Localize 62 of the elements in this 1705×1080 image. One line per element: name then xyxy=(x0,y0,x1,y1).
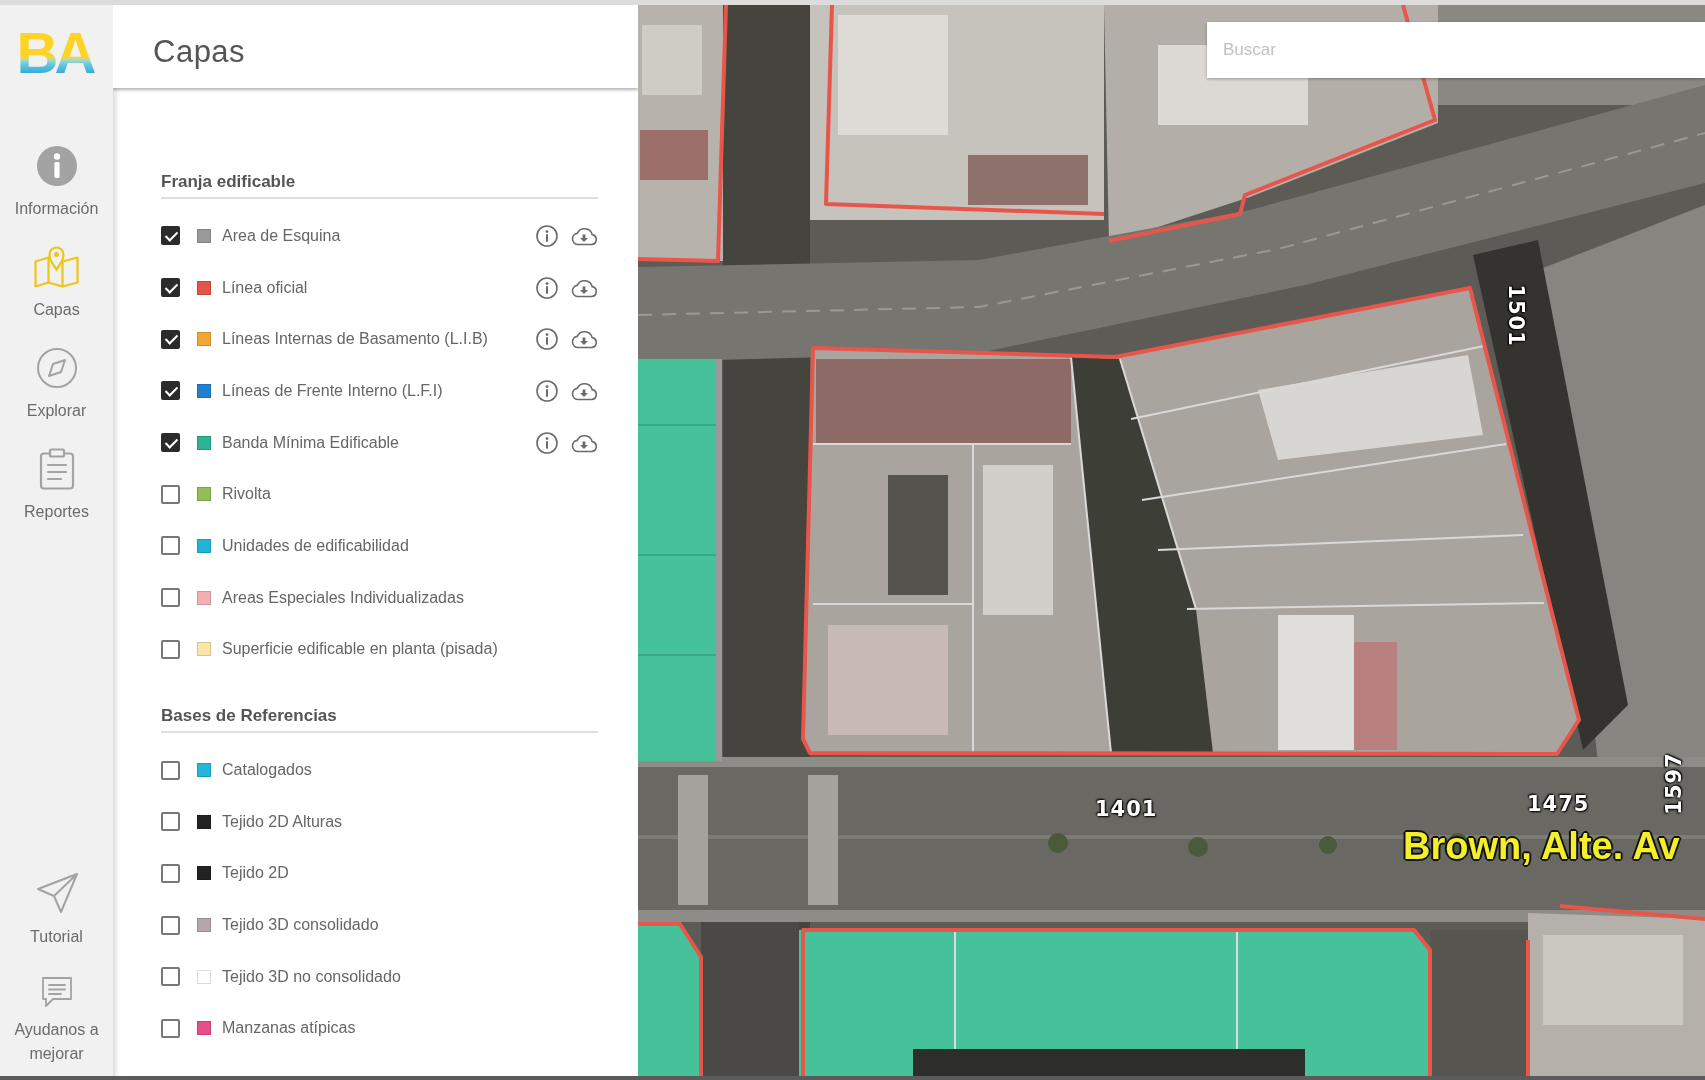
layer-checkbox[interactable] xyxy=(161,1018,180,1038)
layer-checkbox[interactable] xyxy=(161,760,180,780)
compass-icon xyxy=(35,347,78,389)
layer-label: Líneas Internas de Basamento (L.I.B) xyxy=(222,330,488,349)
info-icon[interactable] xyxy=(536,276,558,299)
map-icon xyxy=(34,246,79,288)
layer-label: Manzanas atípicas xyxy=(222,1019,356,1038)
layer-label: Tejido 3D consolidado xyxy=(222,916,379,935)
city-map-drawing[interactable] xyxy=(638,5,1705,1076)
house-number-label: 1501 xyxy=(1502,284,1528,347)
layer-checkbox[interactable] xyxy=(161,433,180,453)
layer-checkbox[interactable] xyxy=(161,812,180,832)
info-icon[interactable] xyxy=(536,379,558,402)
layer-checkbox[interactable] xyxy=(161,536,180,556)
info-icon[interactable] xyxy=(536,328,558,351)
street-name-label: Brown, Alte. Av xyxy=(1403,824,1680,868)
sidebar-item[interactable]: Reportes xyxy=(4,448,109,524)
layer-label: Línea oficial xyxy=(222,278,308,297)
info-icon[interactable] xyxy=(536,431,558,454)
layer-checkbox[interactable] xyxy=(161,588,180,608)
layer-checkbox[interactable] xyxy=(161,226,180,246)
sidebar-item[interactable]: Capas xyxy=(4,246,109,322)
sidebar-item[interactable]: Tutorial xyxy=(4,871,109,949)
layer-label: Areas Especiales Individualizadas xyxy=(222,588,464,607)
layer-checkbox[interactable] xyxy=(161,329,180,349)
section-heading: Bases de Referencias xyxy=(161,705,598,734)
search-field[interactable]: Buscar xyxy=(1207,22,1705,78)
layer-checkbox[interactable] xyxy=(161,915,180,935)
cloud-download-icon[interactable] xyxy=(570,225,598,246)
chat-icon xyxy=(40,976,73,1008)
sidebar-item[interactable]: Información xyxy=(4,145,109,221)
panel-title: Capas xyxy=(153,32,246,71)
layer-checkbox[interactable] xyxy=(161,278,180,298)
section-heading: Franja edificable xyxy=(161,171,598,199)
house-number-label: 1401 xyxy=(1095,797,1158,822)
layer-checkbox[interactable] xyxy=(161,484,180,504)
cloud-download-icon[interactable] xyxy=(570,432,598,453)
sidebar-item[interactable]: Ayudanos a mejorar xyxy=(4,976,109,1066)
layer-label: Tejido 2D Alturas xyxy=(222,812,343,831)
layer-checkbox[interactable] xyxy=(161,639,180,659)
info-icon[interactable] xyxy=(536,224,558,247)
layer-label: Rivolta xyxy=(222,485,271,504)
layer-label: Tejido 2D xyxy=(222,864,289,883)
layer-label: Líneas de Frente Interno (L.F.I) xyxy=(222,381,443,400)
cloud-download-icon[interactable] xyxy=(570,277,598,298)
sidebar-item[interactable]: Explorar xyxy=(4,347,109,423)
clipboard-icon xyxy=(38,448,75,490)
layer-label: Tejido 3D no consolidado xyxy=(222,967,401,986)
layer-label: Superficie edificable en planta (pisada) xyxy=(222,640,498,659)
paper-plane-icon xyxy=(34,871,79,915)
layer-checkbox[interactable] xyxy=(161,967,180,987)
layer-checkbox[interactable] xyxy=(161,381,180,401)
layer-label: Banda Mínima Edificable xyxy=(222,433,399,452)
layer-label: Area de Esquina xyxy=(222,226,341,245)
house-number-label: 1597 xyxy=(1661,752,1687,815)
house-number-label: 1475 xyxy=(1527,792,1590,817)
cloud-download-icon[interactable] xyxy=(570,329,598,350)
info-icon xyxy=(35,145,78,187)
cloud-download-icon[interactable] xyxy=(570,380,598,401)
layer-checkbox[interactable] xyxy=(161,863,180,883)
layer-label: Unidades de edificabilidad xyxy=(222,536,409,555)
layer-label: Catalogados xyxy=(222,761,312,780)
